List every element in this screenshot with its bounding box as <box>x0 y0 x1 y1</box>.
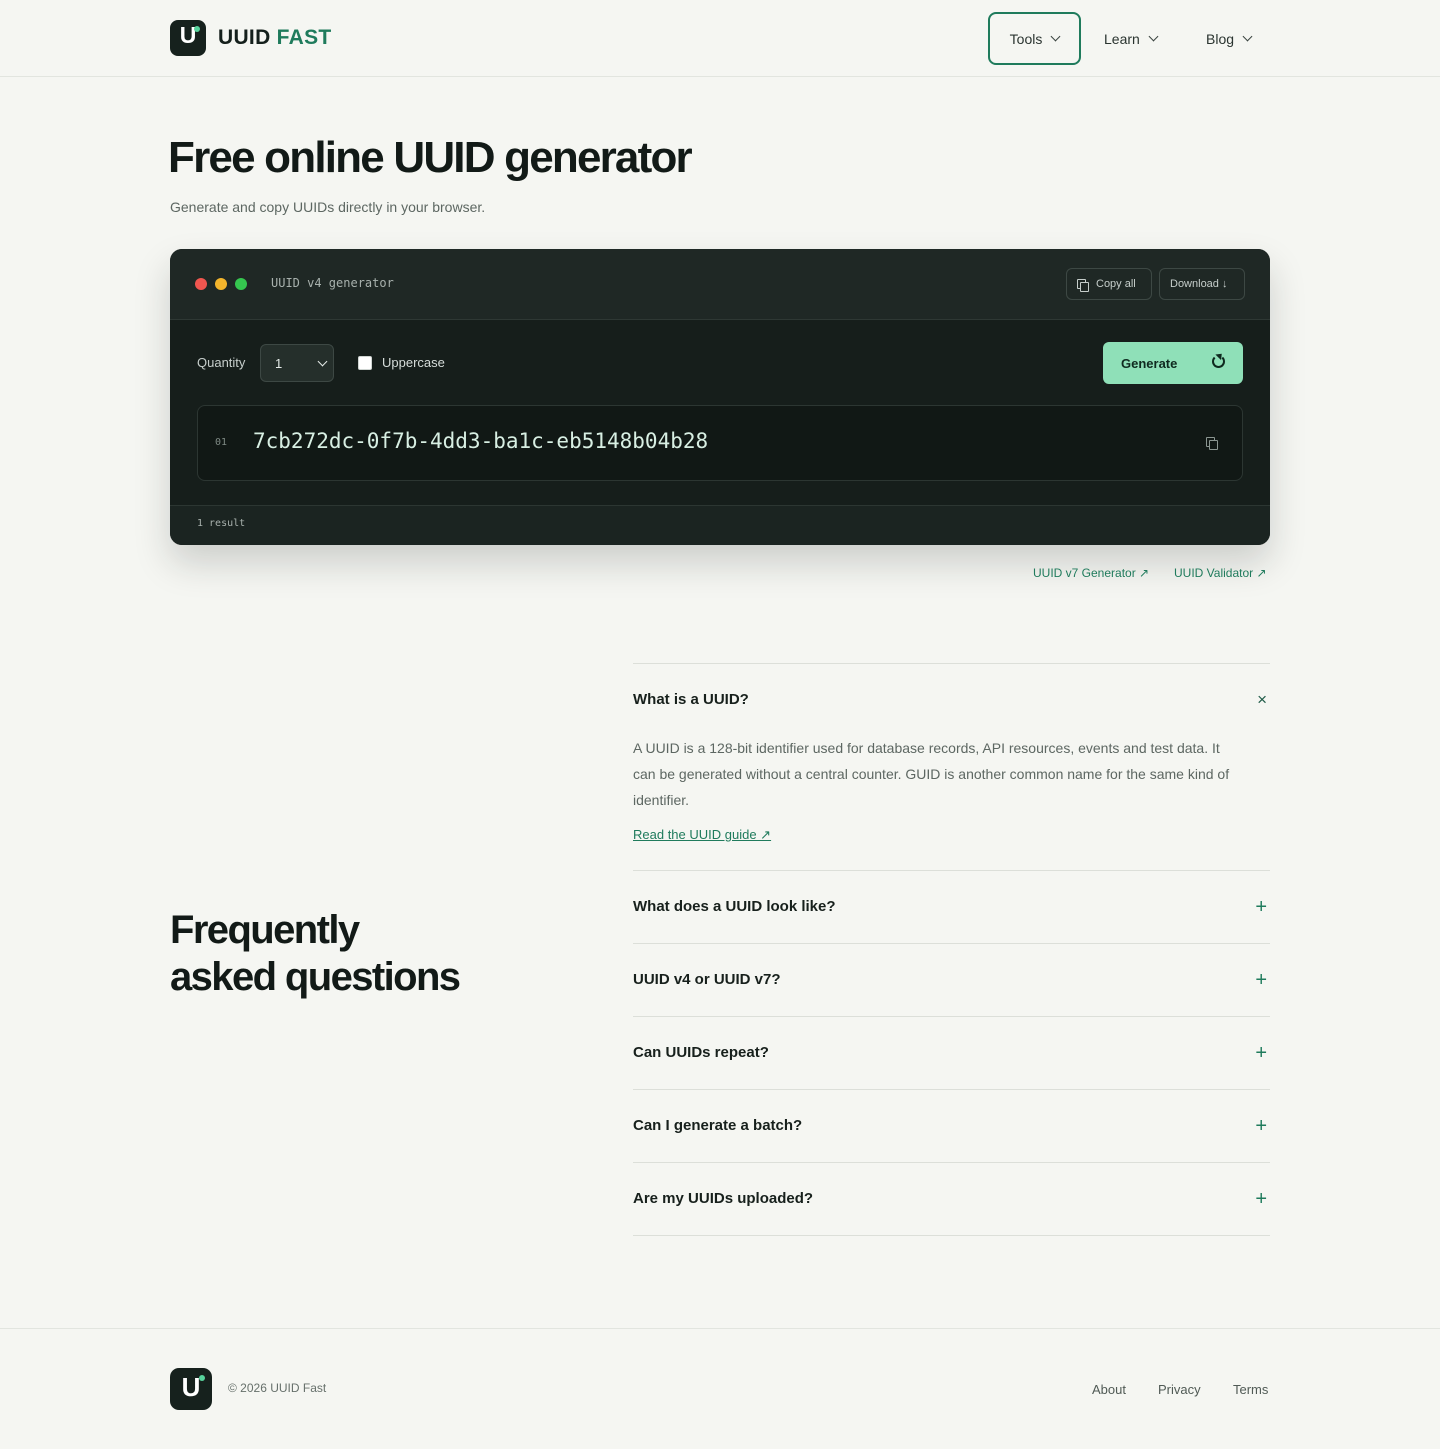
copyright-text: © 2026 UUID Fast <box>228 1381 327 1395</box>
footer-terms-link[interactable]: Terms <box>1233 1382 1268 1397</box>
copy-icon <box>1077 278 1089 292</box>
footer-privacy-link[interactable]: Privacy <box>1158 1382 1201 1397</box>
window-minimize-dot-icon <box>215 278 227 290</box>
site-logo[interactable]: U UUID FAST <box>170 20 332 56</box>
uuid-v7-generator-link[interactable]: UUID v7 Generator ↗ <box>1033 566 1149 580</box>
nav-blog-menu[interactable]: Blog <box>1206 12 1253 65</box>
uppercase-label[interactable]: Uppercase <box>382 355 445 370</box>
faq-item[interactable]: What does a UUID look like? + <box>633 870 1270 943</box>
generator-panel: UUID v4 generator Copy all Download ↓ Qu… <box>170 249 1270 545</box>
window-close-dot-icon <box>195 278 207 290</box>
footer-logo-letter: U <box>181 1372 201 1402</box>
faq-question[interactable]: Are my UUIDs uploaded? <box>633 1163 1270 1235</box>
faq-item[interactable]: Are my UUIDs uploaded? + <box>633 1162 1270 1236</box>
nav-learn-menu[interactable]: Learn <box>1104 12 1159 65</box>
generate-button[interactable]: Generate <box>1103 342 1243 384</box>
generator-footer: 1 result <box>170 505 1270 545</box>
faq-item[interactable]: Can I generate a batch? + <box>633 1089 1270 1162</box>
plus-icon[interactable]: + <box>1255 1116 1267 1136</box>
copy-all-button[interactable]: Copy all <box>1066 268 1152 300</box>
uuid-guide-link[interactable]: Read the UUID guide ↗ <box>633 827 771 843</box>
faq-question[interactable]: UUID v4 or UUID v7? <box>633 944 1270 1016</box>
footer-logo-icon[interactable]: U <box>170 1368 212 1410</box>
generator-titlebar: UUID v4 generator Copy all Download ↓ <box>170 249 1270 320</box>
plus-icon[interactable]: + <box>1255 897 1267 917</box>
logo-dot-icon <box>194 26 200 32</box>
nav-blog-label: Blog <box>1206 30 1235 47</box>
faq-item[interactable]: Can UUIDs repeat? + <box>633 1016 1270 1089</box>
plus-icon[interactable]: + <box>1255 1043 1267 1063</box>
download-button[interactable]: Download ↓ <box>1159 268 1245 300</box>
page-subtitle: Generate and copy UUIDs directly in your… <box>170 199 486 215</box>
result-count: 1 result <box>197 518 246 529</box>
faq-question[interactable]: What is a UUID? <box>633 664 1270 736</box>
faq-title-line1: Frequently <box>170 908 360 952</box>
quantity-value: 1 <box>275 355 283 371</box>
logo-text-uuid: UUID <box>218 26 271 49</box>
chevron-down-icon <box>1050 31 1061 42</box>
faq-question[interactable]: Can UUIDs repeat? <box>633 1017 1270 1089</box>
generate-label: Generate <box>1121 355 1178 371</box>
uuid-result-row: 01 7cb272dc-0f7b-4dd3-ba1c-eb5148b04b28 <box>197 405 1243 481</box>
copy-icon[interactable] <box>1206 437 1218 450</box>
logo-mark-icon: U <box>170 20 206 56</box>
nav-tools-menu[interactable]: Tools <box>988 12 1081 65</box>
logo-dot-icon <box>199 1375 205 1381</box>
chevron-down-icon <box>1242 31 1253 42</box>
site-header: U UUID FAST Tools Learn Blog <box>0 0 1440 77</box>
page-title: Free online UUID generator <box>168 133 693 182</box>
result-uuid[interactable]: 7cb272dc-0f7b-4dd3-ba1c-eb5148b04b28 <box>253 429 708 453</box>
logo-text-fast: FAST <box>276 26 332 49</box>
refresh-icon <box>1212 355 1225 368</box>
nav-tools-label: Tools <box>1009 30 1043 47</box>
site-footer: U © 2026 UUID Fast About Privacy Terms <box>0 1328 1440 1449</box>
window-maximize-dot-icon <box>235 278 247 290</box>
logo-mark-letter: U <box>179 22 197 48</box>
quantity-label: Quantity <box>197 355 246 370</box>
logo-text: UUID FAST <box>218 26 332 50</box>
chevron-down-icon <box>1148 31 1159 42</box>
uuid-validator-link[interactable]: UUID Validator ↗ <box>1174 566 1267 580</box>
copy-all-label: Copy all <box>1096 278 1136 290</box>
faq-question[interactable]: Can I generate a batch? <box>633 1090 1270 1162</box>
result-index: 01 <box>215 437 228 448</box>
footer-about-link[interactable]: About <box>1092 1382 1126 1397</box>
generator-title: UUID v4 generator <box>271 276 394 290</box>
quantity-select[interactable]: 1 <box>260 344 334 382</box>
faq-item[interactable]: UUID v4 or UUID v7? + <box>633 943 1270 1016</box>
nav-learn-label: Learn <box>1104 30 1140 47</box>
chevron-down-icon <box>317 356 328 367</box>
close-icon[interactable]: × <box>1257 690 1267 710</box>
faq-item: What is a UUID? × A UUID is a 128-bit id… <box>633 663 1270 870</box>
uppercase-checkbox[interactable] <box>358 356 372 370</box>
download-label: Download ↓ <box>1170 278 1228 290</box>
faq-question[interactable]: What does a UUID look like? <box>633 871 1270 943</box>
faq-title: Frequently asked questions <box>170 907 461 1001</box>
faq-title-line2: asked questions <box>170 955 461 999</box>
faq-answer: A UUID is a 128-bit identifier used for … <box>633 740 1230 808</box>
faq-list: What is a UUID? × A UUID is a 128-bit id… <box>633 663 1270 1236</box>
plus-icon[interactable]: + <box>1255 970 1267 990</box>
plus-icon[interactable]: + <box>1255 1189 1267 1209</box>
